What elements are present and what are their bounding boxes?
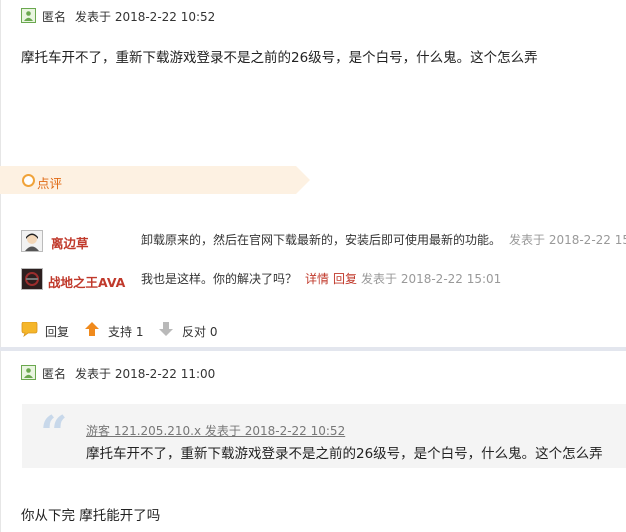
- support-button[interactable]: 支持 1: [108, 323, 143, 340]
- comment-author[interactable]: 离边草: [51, 233, 89, 252]
- quote-mark-icon: “: [40, 406, 68, 462]
- comment-time: 发表于 2018-2-22 15:: [509, 233, 626, 247]
- quote-box: “ 游客 121.205.210.x 发表于 2018-2-22 10:52 摩…: [22, 404, 626, 468]
- reply-button[interactable]: 回复: [45, 323, 69, 340]
- circle-icon: [22, 174, 35, 187]
- comment-time: 发表于 2018-2-22 15:01: [361, 272, 502, 286]
- user-icon: [21, 8, 36, 23]
- left-border: [0, 0, 1, 532]
- post2-time: 发表于 2018-2-22 11:00: [75, 367, 216, 381]
- dianping-tab: 点评: [0, 166, 310, 194]
- post2-author[interactable]: 匿名: [42, 365, 66, 382]
- avatar[interactable]: [21, 230, 43, 252]
- quote-header[interactable]: 游客 121.205.210.x 发表于 2018-2-22 10:52: [86, 422, 345, 439]
- reply-icon[interactable]: [21, 321, 38, 340]
- user-icon: [21, 365, 36, 380]
- comment-text: 我也是这样。你的解决了吗？: [141, 272, 298, 286]
- comment-author[interactable]: 战地之王AVA: [48, 272, 125, 291]
- support-icon[interactable]: [84, 321, 100, 340]
- dianping-label: 点评: [37, 176, 63, 191]
- post1-author[interactable]: 匿名: [42, 8, 66, 25]
- reply-link[interactable]: 回复: [333, 270, 357, 287]
- detail-link[interactable]: 详情: [305, 270, 329, 287]
- quote-text: 摩托车开不了，重新下载游戏登录不是之前的26级号，是个白号，什么鬼。这个怎么弄: [86, 446, 603, 462]
- post-divider: [0, 347, 626, 351]
- oppose-icon[interactable]: [158, 321, 174, 340]
- comment-text: 卸载原来的，然后在官网下载最新的，安装后即可使用最新的功能。: [141, 233, 502, 247]
- avatar[interactable]: [21, 268, 43, 290]
- post2-content: 你从下完 摩托能开了吗: [21, 508, 161, 524]
- post1-time: 发表于 2018-2-22 10:52: [75, 10, 216, 24]
- post1-content: 摩托车开不了，重新下载游戏登录不是之前的26级号，是个白号，什么鬼。这个怎么弄: [21, 50, 538, 66]
- oppose-button[interactable]: 反对 0: [182, 323, 217, 340]
